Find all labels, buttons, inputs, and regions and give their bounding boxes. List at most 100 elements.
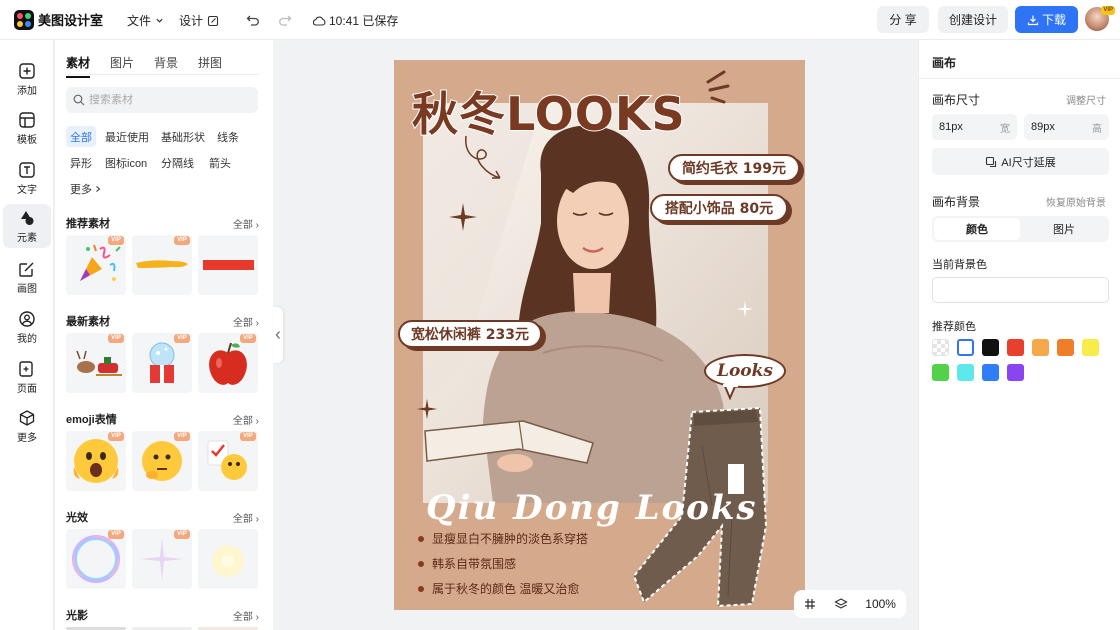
color-swatch[interactable] [1007,364,1024,381]
swirl-arrow-icon [465,135,501,179]
price-tag-pants[interactable]: 宽松休闲裤 233元 [398,320,542,348]
redo-icon[interactable] [274,9,296,31]
chip-recent[interactable]: 最近使用 [101,126,153,147]
material-emoji-shocked[interactable]: VIP [66,431,126,491]
tab-bg-color[interactable]: 颜色 [934,218,1020,240]
current-bg-color-field[interactable] [932,277,1109,303]
recommended-colors-label: 推荐颜色 [932,321,976,333]
color-swatch[interactable] [932,339,949,356]
color-swatch[interactable] [957,339,974,356]
material-sparkle[interactable]: VIP [132,529,192,589]
rail-item-text[interactable]: 文字 [3,156,51,200]
zoom-level[interactable]: 100% [865,597,896,611]
width-field[interactable]: 81px 宽 [932,114,1017,140]
chip-lines[interactable]: 线条 [213,126,243,147]
color-swatch[interactable] [1007,339,1024,356]
chip-all[interactable]: 全部 [66,126,96,147]
rail-item-template[interactable]: 模板 [3,106,51,150]
see-all-latest[interactable]: 全部 › [233,314,259,329]
color-swatch[interactable] [932,364,949,381]
white-sparkle-icon [736,300,754,318]
user-avatar[interactable]: VIP [1085,6,1115,31]
looks-speech-bubble[interactable]: Looks [704,354,786,388]
shapes-icon [21,210,34,225]
chip-basic-shapes[interactable]: 基础形状 [157,126,209,147]
adjust-size-link[interactable]: 调整尺寸 [1066,92,1106,107]
grid-icon[interactable] [804,598,816,610]
chip-icons[interactable]: 图标icon [101,152,151,173]
color-swatch[interactable] [957,364,974,381]
color-swatch[interactable] [1057,339,1074,356]
rail-item-mine[interactable]: 我的 [3,305,51,349]
share-button[interactable]: 分 享 [877,6,929,33]
material-reindeer-sleigh[interactable]: VIP [66,333,126,393]
vip-badge: VIP [174,334,190,343]
rail-item-draw[interactable]: 画图 [3,255,51,299]
rail-item-add[interactable]: 添加 [3,57,51,101]
design-menu[interactable]: 设计 [179,12,219,29]
rail-item-more[interactable]: 更多 [3,404,51,448]
vip-badge: VIP [108,530,124,539]
edit-icon [207,15,219,26]
color-swatch[interactable] [1082,339,1099,356]
properties-panel: 画布 画布尺寸 调整尺寸 81px 宽 89px 高 AI尺寸延展 画布背景 恢… [918,40,1120,630]
see-all-shadow[interactable]: 全部 › [233,608,259,623]
top-bar: 美图设计室 文件 设计 10:41 已保存 分 享 创建设计 下载 VIP [0,0,1120,40]
restore-bg-link[interactable]: 恢复原始背景 [1046,194,1106,209]
poster-bullet-list[interactable]: 显瘦显白不臃肿的淡色系穿搭 韩系自带氛围感 属于秋冬的颜色 温暖又治愈 [418,530,588,605]
small-star-icon [416,398,438,420]
color-swatch[interactable] [982,339,999,356]
tab-bg-image[interactable]: 图片 [1021,218,1107,240]
chip-arrows[interactable]: 箭头 [205,152,235,173]
height-field[interactable]: 89px 高 [1024,114,1109,140]
vip-badge: VIP [174,432,190,441]
app-logo[interactable]: 美图设计室 [14,9,103,30]
poster-title[interactable]: 秋冬LOOKS [411,78,686,144]
see-all-light[interactable]: 全部 › [233,510,259,525]
rail-item-elements[interactable]: 元素 [3,204,51,248]
canvas-bg-label: 画布背景 [932,195,981,209]
material-emoji-checklist[interactable]: VIP [198,431,258,491]
user-icon [19,310,35,327]
collapse-panel-button[interactable] [273,307,283,363]
material-red-bar[interactable] [198,235,258,295]
material-apple[interactable]: VIP [198,333,258,393]
poster-script-title[interactable]: Qiu Dong Looks [426,488,758,528]
zoom-controls: 100% [794,590,906,618]
material-brush-stroke[interactable]: VIP [132,235,192,295]
search-input[interactable] [89,94,249,106]
chip-more[interactable]: 更多 [66,178,106,199]
poster-canvas[interactable]: 秋冬LOOKS 简约毛衣 199元 搭配小饰品 80元 宽松休闲裤 233元 L… [394,60,805,610]
chip-dividers[interactable]: 分隔线 [157,152,198,173]
ai-size-extend-button[interactable]: AI尺寸延展 [932,148,1109,175]
price-tag-sweater[interactable]: 简约毛衣 199元 [668,154,800,182]
color-swatch[interactable] [982,364,999,381]
left-rail: 添加 模板 文字 元素 画图 我的 页面 更多 [0,40,54,630]
bullet-item: 韩系自带氛围感 [418,555,588,572]
price-tag-accessory[interactable]: 搭配小饰品 80元 [650,194,788,222]
material-bubble[interactable]: VIP [66,529,126,589]
panel-divider [919,78,1120,79]
color-swatch[interactable] [1032,339,1049,356]
material-emoji-thinking[interactable]: VIP [132,431,192,491]
undo-icon[interactable] [242,9,264,31]
file-menu[interactable]: 文件 [127,12,164,29]
vip-badge: VIP [240,432,256,441]
download-button[interactable]: 下载 [1015,6,1078,33]
material-party-popper[interactable]: VIP [66,235,126,295]
see-all-emoji[interactable]: 全部 › [233,412,259,427]
cloud-icon [312,16,326,26]
material-snow-globe[interactable]: VIP [132,333,192,393]
rail-item-pages[interactable]: 页面 [3,355,51,399]
layers-icon[interactable] [833,597,848,611]
current-bg-label: 当前背景色 [932,259,987,271]
chip-irregular[interactable]: 异形 [66,152,96,173]
material-glow[interactable] [198,529,258,589]
canvas-size-label: 画布尺寸 [932,93,981,107]
download-icon [1027,15,1039,25]
see-all-recommended[interactable]: 全部 › [233,216,259,231]
vip-badge: VIP [108,432,124,441]
text-icon [19,161,35,178]
create-design-button[interactable]: 创建设计 [938,6,1008,33]
edit-icon [19,262,34,277]
